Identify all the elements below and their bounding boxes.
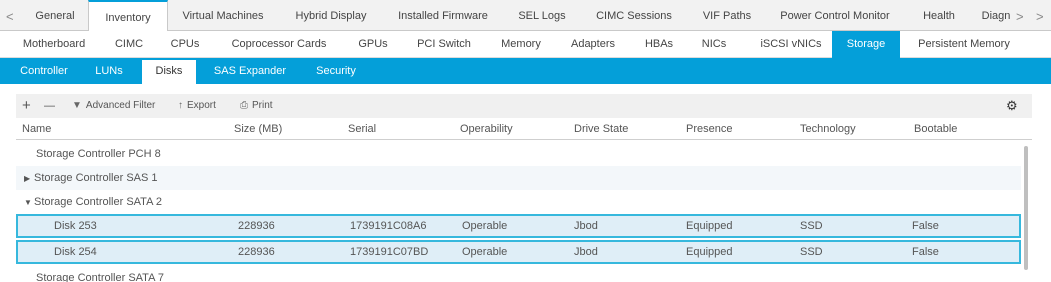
- column-header-operability[interactable]: Operability: [460, 123, 513, 135]
- disk-presence: Equipped: [686, 220, 733, 232]
- tab-vif-paths[interactable]: VIF Paths: [690, 0, 764, 31]
- tab-gpus[interactable]: GPUs: [346, 31, 400, 58]
- tab-inventory[interactable]: Inventory: [88, 0, 168, 32]
- group-name: Storage Controller SAS 1: [34, 172, 158, 184]
- vertical-scrollbar[interactable]: [1024, 146, 1028, 270]
- export-icon: ↑: [178, 100, 183, 111]
- column-header-drive-state[interactable]: Drive State: [574, 123, 628, 135]
- remove-icon[interactable]: —: [44, 94, 55, 118]
- disk-operability: Operable: [462, 220, 508, 232]
- scroll-right-end-icon[interactable]: >: [1036, 9, 1044, 24]
- disk-size: 228936: [238, 220, 275, 232]
- caret-down-icon[interactable]: ▼: [24, 191, 34, 215]
- group-label-wrap: ▼ Storage Controller SATA 2: [24, 190, 162, 215]
- table-row-group[interactable]: ▼ Storage Controller SATA 2: [16, 190, 1021, 214]
- column-header-name[interactable]: Name: [22, 123, 51, 135]
- tab-sas-expander[interactable]: SAS Expander: [202, 58, 298, 84]
- tab-hbas[interactable]: HBAs: [634, 31, 684, 58]
- table-row-group[interactable]: Storage Controller PCH 8: [16, 142, 1021, 166]
- tab-cimc[interactable]: CIMC: [106, 31, 152, 58]
- tab-sel-logs[interactable]: SEL Logs: [506, 0, 578, 31]
- tab-disks[interactable]: Disks: [142, 60, 196, 84]
- tab-iscsi-vnics[interactable]: iSCSI vNICs: [746, 31, 836, 58]
- tab-virtual-machines[interactable]: Virtual Machines: [168, 0, 278, 31]
- disk-technology: SSD: [800, 246, 823, 258]
- disk-presence: Equipped: [686, 246, 733, 258]
- caret-right-icon[interactable]: ▶: [24, 167, 34, 191]
- tab-cpus[interactable]: CPUs: [160, 31, 210, 58]
- advanced-filter-label: Advanced Filter: [85, 100, 156, 111]
- tab-power-control-monitor[interactable]: Power Control Monitor: [768, 0, 902, 31]
- table-row[interactable]: Disk 253 228936 1739191C08A6 Operable Jb…: [16, 214, 1021, 238]
- storage-tab-bar: Controller LUNs Disks SAS Expander Secur…: [0, 58, 1051, 84]
- disk-serial: 1739191C07BD: [350, 246, 429, 258]
- gear-icon[interactable]: ⚙: [1006, 94, 1018, 118]
- printer-icon: ⎙: [240, 100, 248, 111]
- table-toolbar: + — ▼ Advanced Filter ↑ Export ⎙ Print ⚙: [16, 94, 1032, 118]
- print-button[interactable]: ⎙ Print: [240, 94, 273, 118]
- export-label: Export: [187, 100, 216, 111]
- add-icon[interactable]: +: [22, 94, 31, 118]
- column-header-presence[interactable]: Presence: [686, 123, 732, 135]
- tab-coprocessor-cards[interactable]: Coprocessor Cards: [220, 31, 338, 58]
- filter-icon: ▼: [72, 100, 82, 111]
- disk-drive-state: Jbod: [574, 246, 598, 258]
- table-row-group[interactable]: ▶ Storage Controller SAS 1: [16, 166, 1021, 190]
- scroll-right-icon[interactable]: >: [1016, 9, 1024, 24]
- tab-general[interactable]: General: [24, 0, 86, 31]
- tab-hybrid-display[interactable]: Hybrid Display: [280, 0, 382, 31]
- top-tab-bar: < General Inventory Virtual Machines Hyb…: [0, 0, 1051, 32]
- advanced-filter-button[interactable]: ▼ Advanced Filter: [72, 94, 155, 118]
- group-label-wrap: ▶ Storage Controller SAS 1: [24, 166, 158, 191]
- tab-persistent-memory[interactable]: Persistent Memory: [906, 31, 1022, 58]
- disk-bootable: False: [912, 246, 939, 258]
- tab-cimc-sessions[interactable]: CIMC Sessions: [582, 0, 686, 31]
- group-name: Storage Controller PCH 8: [36, 148, 161, 160]
- disk-name: Disk 253: [54, 220, 97, 232]
- disk-bootable: False: [912, 220, 939, 232]
- tab-pci-switch[interactable]: PCI Switch: [406, 31, 482, 58]
- tab-adapters[interactable]: Adapters: [560, 31, 626, 58]
- column-header-technology[interactable]: Technology: [800, 123, 856, 135]
- group-name: Storage Controller SATA 7: [36, 272, 164, 282]
- tab-diagnostics[interactable]: Diagn: [976, 0, 1016, 31]
- table-header: Name Size (MB) Serial Operability Drive …: [16, 120, 1032, 140]
- table-row[interactable]: Disk 254 228936 1739191C07BD Operable Jb…: [16, 240, 1021, 264]
- tab-luns[interactable]: LUNs: [84, 58, 134, 84]
- tab-nics[interactable]: NICs: [692, 31, 736, 58]
- disk-drive-state: Jbod: [574, 220, 598, 232]
- tab-storage[interactable]: Storage: [832, 31, 900, 58]
- disk-size: 228936: [238, 246, 275, 258]
- tab-memory[interactable]: Memory: [490, 31, 552, 58]
- tab-motherboard[interactable]: Motherboard: [12, 31, 96, 58]
- disk-operability: Operable: [462, 246, 508, 258]
- inventory-tab-bar: Motherboard CIMC CPUs Coprocessor Cards …: [0, 31, 1051, 58]
- column-header-serial[interactable]: Serial: [348, 123, 376, 135]
- scroll-left-icon[interactable]: <: [6, 9, 14, 24]
- tab-controller[interactable]: Controller: [10, 58, 78, 84]
- tab-security[interactable]: Security: [306, 58, 366, 84]
- group-name: Storage Controller SATA 2: [34, 196, 162, 208]
- print-label: Print: [252, 100, 273, 111]
- disk-name: Disk 254: [54, 246, 97, 258]
- disk-serial: 1739191C08A6: [350, 220, 427, 232]
- column-header-bootable[interactable]: Bootable: [914, 123, 957, 135]
- export-button[interactable]: ↑ Export: [178, 94, 216, 118]
- table-row-group[interactable]: Storage Controller SATA 7: [16, 266, 1021, 282]
- tab-health[interactable]: Health: [908, 0, 970, 31]
- disk-technology: SSD: [800, 220, 823, 232]
- column-header-size[interactable]: Size (MB): [234, 123, 282, 135]
- tab-installed-firmware[interactable]: Installed Firmware: [384, 0, 502, 31]
